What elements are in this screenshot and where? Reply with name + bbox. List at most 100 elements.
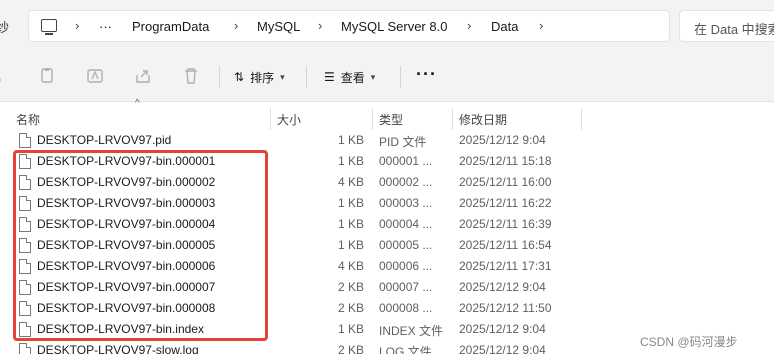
- file-name: DESKTOP-LRVOV97-bin.000007: [37, 280, 216, 294]
- file-row[interactable]: DESKTOP-LRVOV97-bin.000008 2 KB 000008 .…: [0, 298, 774, 319]
- file-name: DESKTOP-LRVOV97-bin.000001: [37, 154, 216, 168]
- watermark: CSDN @码河漫步: [640, 335, 738, 349]
- truncated-nav-label[interactable]: 纱: [0, 17, 9, 36]
- file-modified: 2025/12/12 9:04: [459, 343, 546, 354]
- view-button[interactable]: ☰ 查看 ▾: [324, 66, 375, 88]
- search-placeholder: 在 Data 中搜索: [694, 22, 774, 37]
- file-row[interactable]: DESKTOP-LRVOV97-bin.000005 1 KB 000005 .…: [0, 235, 774, 256]
- file-name: DESKTOP-LRVOV97-bin.000002: [37, 175, 216, 189]
- chevron-right-icon[interactable]: ›: [318, 18, 322, 33]
- column-divider[interactable]: [270, 108, 271, 130]
- file-size: 1 KB: [337, 133, 364, 147]
- file-modified: 2025/12/11 17:31: [459, 259, 552, 273]
- chevron-right-icon[interactable]: ›: [234, 18, 238, 33]
- address-bar[interactable]: › ··· ProgramData › MySQL › MySQL Server…: [28, 10, 670, 42]
- chevron-right-icon[interactable]: ›: [539, 18, 543, 33]
- file-name: DESKTOP-LRVOV97-slow.log: [37, 343, 199, 354]
- file-size: 4 KB: [337, 259, 364, 273]
- file-row[interactable]: DESKTOP-LRVOV97-bin.000002 4 KB 000002 .…: [0, 172, 774, 193]
- file-row[interactable]: DESKTOP-LRVOV97-bin.000006 4 KB 000006 .…: [0, 256, 774, 277]
- chevron-down-icon: ▾: [370, 71, 376, 82]
- file-icon: [19, 154, 31, 169]
- breadcrumb-mysql-server[interactable]: MySQL Server 8.0: [341, 19, 447, 34]
- file-type: 000006 ...: [379, 259, 433, 273]
- file-modified: 2025/12/11 15:18: [459, 154, 552, 168]
- column-header-type[interactable]: 类型: [379, 111, 403, 128]
- delete-icon[interactable]: [182, 67, 200, 85]
- sort-icon: ⇅: [234, 70, 245, 84]
- file-icon: [19, 133, 31, 148]
- column-header-row: 名称 大小 类型 修改日期: [0, 108, 774, 130]
- file-name: DESKTOP-LRVOV97-bin.index: [37, 322, 204, 336]
- file-type: 000001 ...: [379, 154, 433, 168]
- file-name: DESKTOP-LRVOV97-bin.000004: [37, 217, 216, 231]
- file-size: 2 KB: [337, 280, 364, 294]
- cut-icon[interactable]: [0, 67, 10, 85]
- file-size: 1 KB: [337, 196, 364, 210]
- column-divider[interactable]: [372, 108, 373, 130]
- share-icon[interactable]: [134, 67, 152, 85]
- file-size: 2 KB: [337, 301, 364, 315]
- file-name: DESKTOP-LRVOV97-bin.000008: [37, 301, 216, 315]
- file-type: 000002 ...: [379, 175, 433, 189]
- view-icon: ☰: [324, 70, 335, 84]
- file-modified: 2025/12/11 16:22: [459, 196, 552, 210]
- sort-label: 排序: [250, 70, 275, 85]
- toolbar-divider: [400, 66, 401, 88]
- file-icon: [19, 343, 31, 354]
- command-bar: ⇅ 排序 ▾ ☰ 查看 ▾ ···: [0, 52, 774, 102]
- file-type: LOG 文件: [379, 345, 432, 354]
- file-size: 1 KB: [337, 154, 364, 168]
- file-type: 000005 ...: [379, 238, 433, 252]
- file-icon: [19, 238, 31, 253]
- file-icon: [19, 301, 31, 316]
- file-row[interactable]: DESKTOP-LRVOV97-bin.000003 1 KB 000003 .…: [0, 193, 774, 214]
- file-modified: 2025/12/12 9:04: [459, 133, 546, 147]
- file-row[interactable]: DESKTOP-LRVOV97-bin.000004 1 KB 000004 .…: [0, 214, 774, 235]
- column-header-name[interactable]: 名称: [16, 111, 40, 128]
- file-icon: [19, 280, 31, 295]
- search-input[interactable]: 在 Data 中搜索: [679, 10, 774, 42]
- breadcrumb-more[interactable]: ···: [99, 19, 112, 34]
- copy-icon[interactable]: [38, 67, 56, 85]
- more-options-button[interactable]: ···: [416, 64, 437, 85]
- file-modified: 2025/12/12 9:04: [459, 322, 546, 336]
- file-row[interactable]: DESKTOP-LRVOV97-bin.000007 2 KB 000007 .…: [0, 277, 774, 298]
- address-bar-row: 纱 › ··· ProgramData › MySQL › MySQL Serv…: [0, 0, 774, 52]
- chevron-right-icon[interactable]: ›: [467, 18, 471, 33]
- file-size: 4 KB: [337, 175, 364, 189]
- file-type: 000004 ...: [379, 217, 433, 231]
- breadcrumb-mysql[interactable]: MySQL: [257, 19, 300, 34]
- file-icon: [19, 217, 31, 232]
- file-type: 000003 ...: [379, 196, 433, 210]
- file-icon: [19, 175, 31, 190]
- file-size: 2 KB: [337, 343, 364, 354]
- rename-icon[interactable]: [86, 67, 104, 85]
- file-size: 1 KB: [337, 322, 364, 336]
- file-row[interactable]: DESKTOP-LRVOV97-bin.000001 1 KB 000001 .…: [0, 151, 774, 172]
- this-pc-icon[interactable]: [41, 19, 57, 35]
- toolbar-divider: [306, 66, 307, 88]
- file-modified: 2025/12/11 16:54: [459, 238, 552, 252]
- file-icon: [19, 196, 31, 211]
- sort-button[interactable]: ⇅ 排序 ▾: [234, 66, 285, 88]
- view-label: 查看: [340, 70, 365, 85]
- file-name: DESKTOP-LRVOV97-bin.000003: [37, 196, 216, 210]
- chevron-right-icon[interactable]: ›: [75, 18, 79, 33]
- file-size: 1 KB: [337, 217, 364, 231]
- file-modified: 2025/12/11 16:00: [459, 175, 552, 189]
- column-divider[interactable]: [581, 108, 582, 130]
- file-row[interactable]: DESKTOP-LRVOV97.pid 1 KB PID 文件 2025/12/…: [0, 130, 774, 151]
- chevron-down-icon: ▾: [280, 71, 285, 82]
- file-name: DESKTOP-LRVOV97-bin.000005: [37, 238, 216, 252]
- column-header-size[interactable]: 大小: [277, 111, 301, 128]
- file-type: INDEX 文件: [379, 324, 444, 338]
- breadcrumb-programdata[interactable]: ProgramData: [132, 19, 209, 34]
- column-header-modified[interactable]: 修改日期: [459, 111, 507, 128]
- file-modified: 2025/12/11 16:39: [459, 217, 552, 231]
- toolbar-divider: [219, 66, 220, 88]
- file-modified: 2025/12/12 9:04: [459, 280, 546, 294]
- column-divider[interactable]: [452, 108, 453, 130]
- file-type: PID 文件: [379, 135, 427, 149]
- breadcrumb-data[interactable]: Data: [491, 19, 518, 34]
